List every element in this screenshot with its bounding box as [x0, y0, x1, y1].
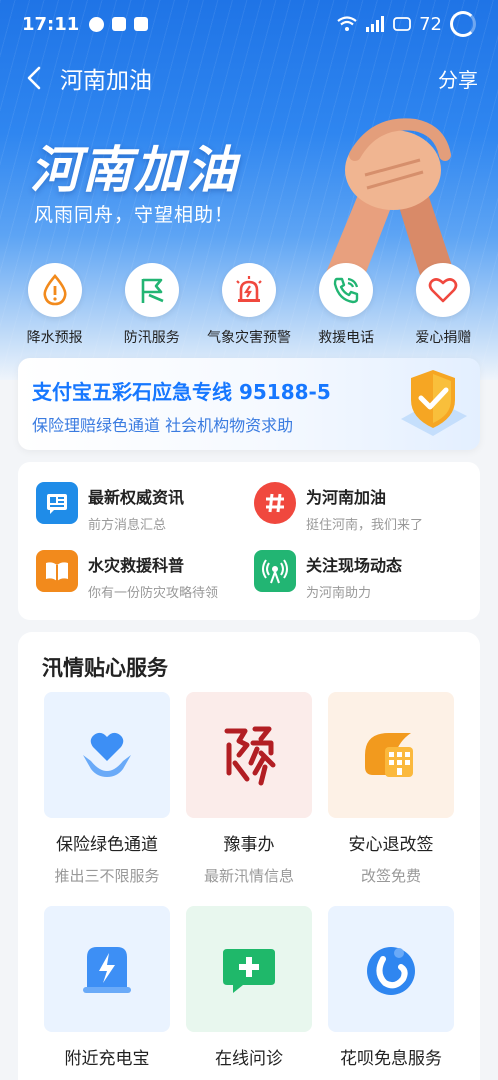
service-name: 保险绿色通道: [56, 835, 158, 855]
medical-chat-icon: [186, 906, 312, 1032]
hotline-title: 支付宝五彩石应急专线 95188-5: [32, 380, 331, 404]
service-insurance[interactable]: 保险绿色通道 推出三不限服务: [44, 692, 170, 886]
emergency-hotline-card[interactable]: 支付宝五彩石应急专线 95188-5 保险理赔绿色通道 社会机构物资求助: [18, 358, 480, 450]
back-button[interactable]: [14, 58, 54, 98]
news-title: 为河南加油: [306, 488, 387, 507]
banner-subtitle: 风雨同舟，守望相助！: [34, 204, 235, 226]
hotline-subtitle: 保险理赔绿色通道 社会机构物资求助: [32, 416, 294, 435]
raindrop-warning-icon: [27, 263, 82, 317]
news-item-latest[interactable]: 最新权威资讯 前方消息汇总: [36, 482, 184, 533]
huabei-icon: [328, 906, 454, 1032]
hd-icon: [393, 17, 411, 31]
service-power-bank[interactable]: 附近充电宝: [44, 906, 170, 1069]
service-desc: 改签免费: [360, 867, 421, 885]
broadcast-icon: [254, 550, 296, 592]
news-subtitle: 为河南助力: [306, 586, 372, 601]
alarm-light-icon: [221, 263, 276, 317]
quick-actions: 降水预报 防汛服务 气象灾害预警 救援电话 爱心捐赠: [0, 263, 498, 347]
news-item-live[interactable]: 关注现场动态 为河南助力: [254, 550, 402, 601]
flag-icon: [124, 263, 179, 317]
quick-action-rain-forecast[interactable]: 降水预报: [9, 263, 101, 347]
service-desc: 最新汛情信息: [203, 867, 294, 885]
heart-icon: [416, 263, 471, 317]
phone-icon: [319, 263, 374, 317]
building-icon: [328, 692, 454, 818]
nav-bar: 河南加油 分享: [0, 55, 498, 101]
notification-icons: [89, 16, 149, 32]
service-yushiban[interactable]: 豫事办 最新汛情信息: [186, 692, 312, 886]
services-title: 汛情贴心服务: [42, 656, 168, 680]
news-title: 水灾救援科普: [88, 556, 185, 575]
service-desc: 推出三不限服务: [54, 867, 160, 885]
service-name: 在线问诊: [215, 1049, 283, 1069]
news-title: 关注现场动态: [306, 556, 403, 575]
battery-ring-icon: [450, 11, 476, 37]
signal-icon: [366, 16, 385, 32]
quick-action-label: 救援电话: [318, 330, 375, 346]
shield-notification-icon: [134, 17, 149, 31]
clasped-hands-illustration: [325, 118, 455, 275]
status-bar: 17:11 72: [0, 0, 498, 48]
service-name: 花呗免息服务: [340, 1049, 442, 1069]
news-subtitle: 你有一份防灾攻略待领: [88, 586, 219, 601]
news-subtitle: 前方消息汇总: [88, 518, 167, 533]
quick-action-label: 爱心捐赠: [415, 330, 472, 346]
service-online-consult[interactable]: 在线问诊: [186, 906, 312, 1069]
status-time: 17:11: [22, 13, 80, 35]
news-title: 最新权威资讯: [88, 488, 185, 507]
chat-notification-icon: [89, 16, 105, 32]
news-card: 最新权威资讯 前方消息汇总 为河南加油 挺住河南，我们来了 水灾救援科普 你有一…: [18, 462, 480, 620]
yu-seal-icon: [186, 692, 312, 818]
service-name: 豫事办: [223, 835, 275, 855]
banner-title: 河南加油: [30, 141, 238, 199]
service-huabei[interactable]: 花呗免息服务: [328, 906, 454, 1069]
page-title: 河南加油: [60, 68, 152, 94]
news-icon: [36, 482, 78, 524]
book-icon: [36, 550, 78, 592]
flood-services-card: 汛情贴心服务 保险绿色通道 推出三不限服务 豫事办 最新汛情信息 安心退改签 改…: [18, 632, 480, 1080]
chevron-left-icon: [27, 66, 41, 90]
service-name: 安心退改签: [348, 835, 434, 855]
quick-action-label: 降水预报: [26, 330, 83, 346]
power-bank-icon: [44, 906, 170, 1032]
shield-check-icon: [401, 370, 467, 436]
quick-action-flood-service[interactable]: 防汛服务: [106, 263, 198, 347]
hashtag-icon: [254, 482, 296, 524]
service-refund[interactable]: 安心退改签 改签免费: [328, 692, 454, 886]
quick-action-donation[interactable]: 爱心捐赠: [397, 263, 489, 347]
quick-action-weather-alert[interactable]: 气象灾害预警: [203, 263, 295, 347]
heart-hands-icon: [44, 692, 170, 818]
quick-action-rescue-phone[interactable]: 救援电话: [300, 263, 392, 347]
wifi-icon: [337, 16, 357, 31]
news-item-science[interactable]: 水灾救援科普 你有一份防灾攻略待领: [36, 550, 218, 601]
battery-level: 72: [419, 13, 442, 35]
service-name: 附近充电宝: [64, 1049, 150, 1069]
system-icons: 72: [337, 11, 476, 37]
news-item-henan[interactable]: 为河南加油 挺住河南，我们来了: [254, 482, 423, 533]
quick-action-label: 气象灾害预警: [206, 330, 291, 346]
quick-action-label: 防汛服务: [123, 330, 180, 346]
app-notification-icon: [112, 17, 127, 31]
share-button[interactable]: 分享: [438, 64, 478, 93]
news-subtitle: 挺住河南，我们来了: [306, 518, 424, 533]
